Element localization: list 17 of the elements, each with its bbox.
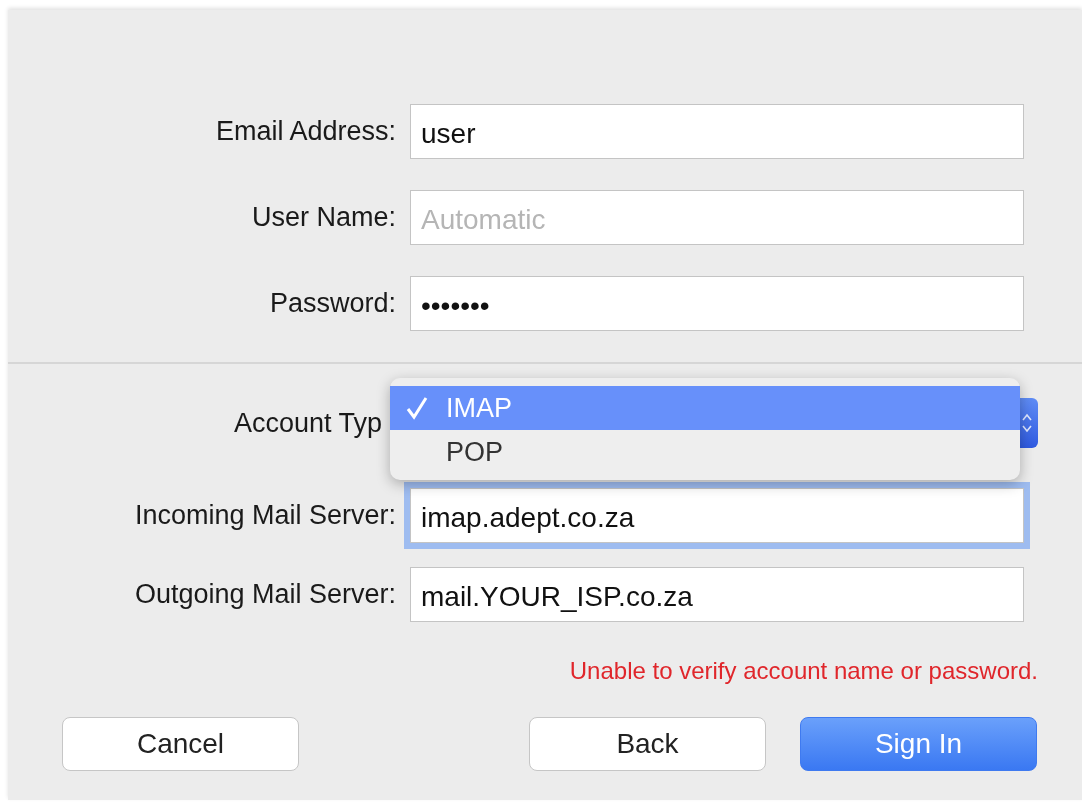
input-field[interactable]: ••••••• — [410, 276, 1024, 331]
field-label: Email Address: — [214, 116, 397, 147]
input-field[interactable]: user — [410, 104, 1024, 159]
input-field[interactable]: imap.adept.co.za — [410, 488, 1024, 543]
error-message: Unable to verify account name or password. — [569, 657, 1038, 685]
field-label: Outgoing Mail Server: — [133, 579, 397, 610]
menu-item[interactable]: POP — [390, 430, 1020, 474]
field-label: Incoming Mail Server: — [133, 500, 397, 531]
secondary-button[interactable]: Back — [529, 717, 766, 771]
secondary-button[interactable]: Cancel — [62, 717, 299, 771]
up-down-chevron-icon — [1022, 412, 1032, 434]
field-label: Account Typ — [232, 407, 383, 439]
checkmark-icon — [406, 396, 428, 420]
field-label: User Name: — [250, 202, 397, 233]
input-field[interactable]: Automatic — [410, 190, 1024, 245]
input-field[interactable]: mail.YOUR_ISP.co.za — [410, 567, 1024, 622]
field-label: Password: — [268, 288, 397, 319]
